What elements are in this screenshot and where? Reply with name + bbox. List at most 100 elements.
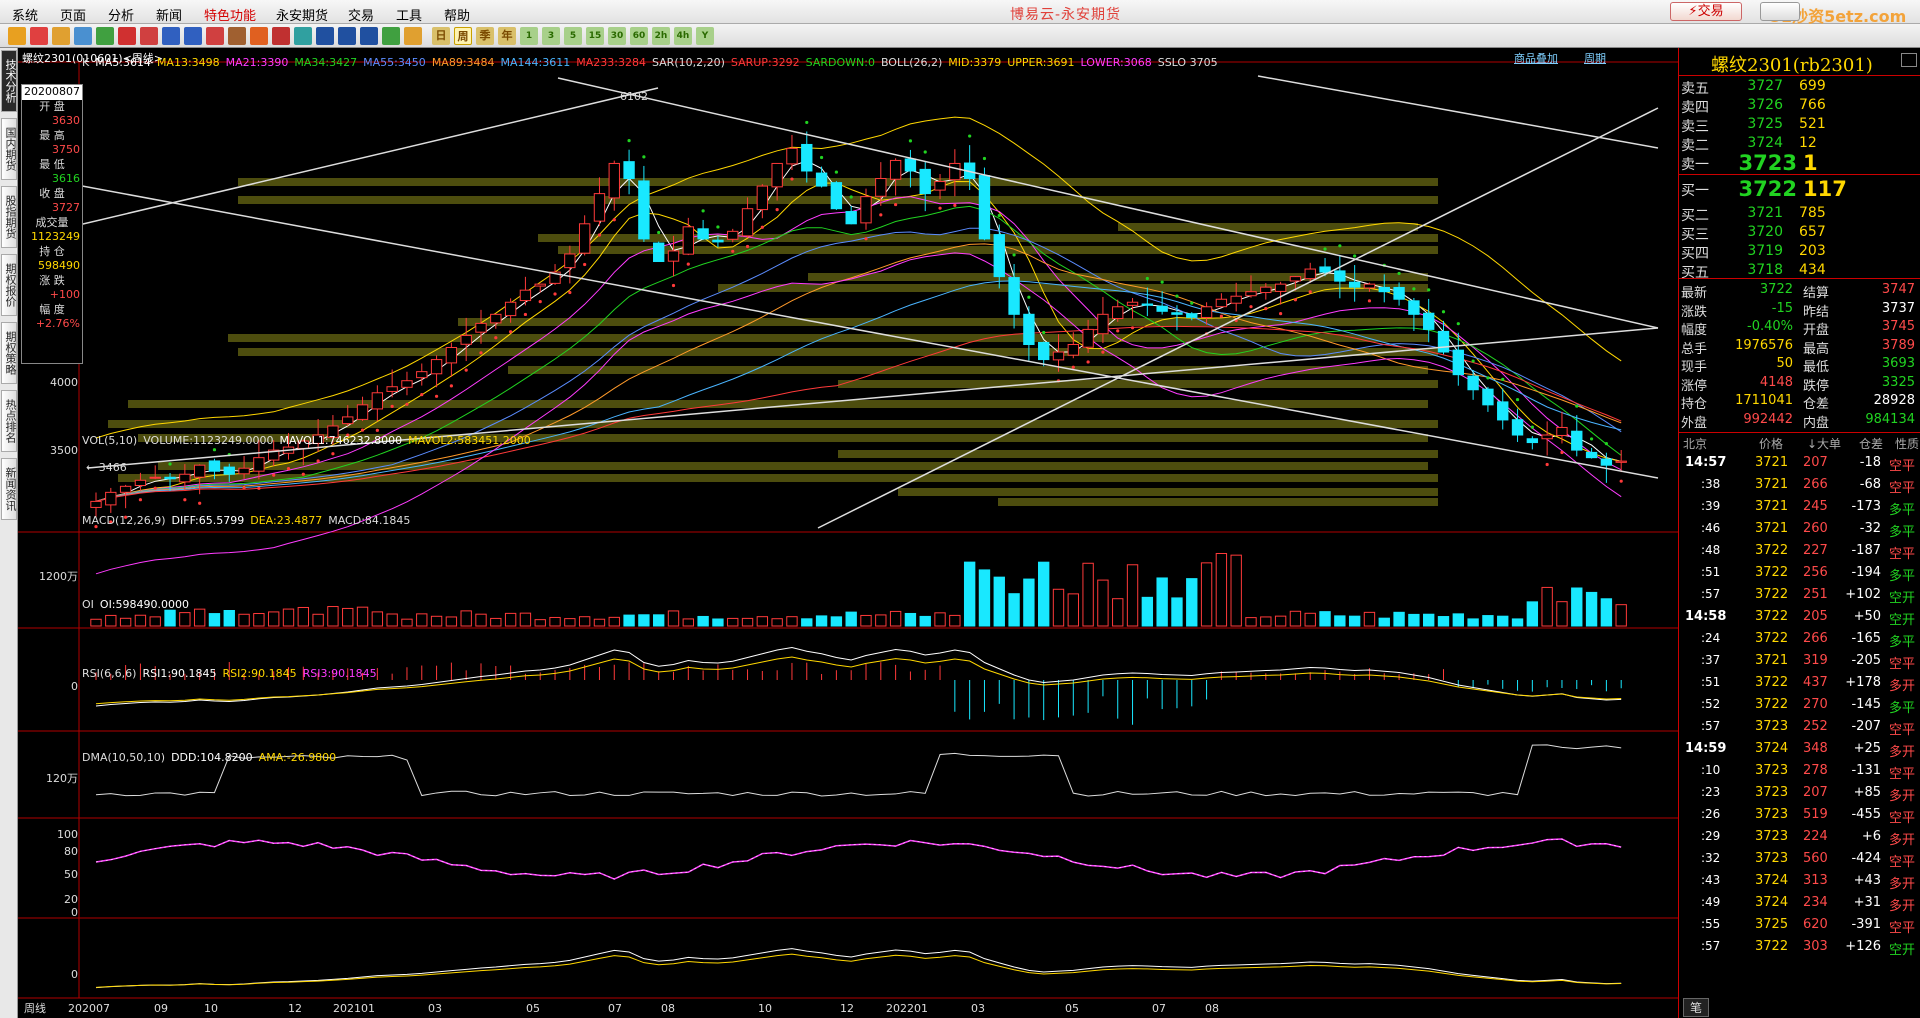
menu-item[interactable]: 交易 — [348, 5, 374, 24]
toolbar-tool-icon[interactable] — [140, 27, 158, 45]
order-book-row[interactable]: 买四 3719 203 — [1679, 243, 1920, 263]
order-book-row[interactable]: 买三 3720 657 — [1679, 224, 1920, 244]
period-button[interactable]: 5 — [564, 27, 582, 45]
toolbar-tool-icon[interactable] — [162, 27, 180, 45]
order-book-row[interactable]: 买五 3718 434 — [1679, 262, 1920, 282]
toolbar-tool-icon[interactable] — [184, 27, 202, 45]
tick-price: 3722 — [1755, 631, 1789, 646]
period-button[interactable]: 2h — [652, 27, 670, 45]
period-button[interactable]: Y — [696, 27, 714, 45]
volume-bar — [919, 615, 931, 627]
toolbar-tool-icon[interactable] — [272, 27, 290, 45]
legend-item: DDD:104.8200 — [171, 751, 253, 764]
order-book-row[interactable]: 卖一 3723 1 — [1679, 151, 1920, 175]
candle-body — [667, 250, 680, 262]
period-button[interactable]: 60 — [630, 27, 648, 45]
extra-button[interactable] — [1760, 2, 1800, 21]
toolbar-tool-icon[interactable] — [404, 27, 422, 45]
tick-time: :38 — [1701, 477, 1721, 491]
toolbar-tool-icon[interactable] — [250, 27, 268, 45]
toolbar-tool-icon[interactable] — [74, 27, 92, 45]
trade-button[interactable]: ⚡交易 — [1670, 2, 1742, 21]
sar-dot — [1308, 290, 1312, 294]
kline-chart-svg[interactable]: 6102 ← 3466 周线 202007 09 10 12 202101 03 05 07 08 10… — [18, 48, 1678, 1018]
period-button[interactable]: 15 — [586, 27, 604, 45]
candle-body — [1348, 281, 1361, 288]
toolbar-tool-icon[interactable] — [206, 27, 224, 45]
x-tick-label: 12 — [840, 1002, 854, 1015]
menu-item[interactable]: 系统 — [12, 5, 38, 24]
legend-item: RSI3:90.1845 — [302, 667, 377, 680]
candle-body — [460, 334, 472, 345]
period-button[interactable]: 30 — [608, 27, 626, 45]
toolbar-tool-icon[interactable] — [8, 27, 26, 45]
period-button[interactable]: 年 — [498, 27, 516, 45]
window-icon[interactable] — [1901, 53, 1917, 67]
order-book-row[interactable]: 卖二 3724 12 — [1679, 135, 1920, 155]
volume-bar — [860, 614, 872, 627]
toolbar-tool-icon[interactable] — [118, 27, 136, 45]
period-button[interactable]: 3 — [542, 27, 560, 45]
candle-body — [164, 476, 176, 480]
toolbar-tool-icon[interactable] — [360, 27, 378, 45]
tick-volume: 313 — [1803, 873, 1828, 888]
tick-nature: 空平 — [1889, 811, 1916, 826]
toolbar-tool-icon[interactable] — [30, 27, 48, 45]
order-book-row[interactable]: 卖四 3726 766 — [1679, 97, 1920, 117]
stat-label: 内盘 — [1803, 415, 1830, 431]
period-button[interactable]: 4h — [674, 27, 692, 45]
volume-bar — [1023, 578, 1035, 627]
menu-item[interactable]: 分析 — [108, 5, 134, 24]
candle-body — [1437, 330, 1450, 353]
stat-value: 3737 — [1881, 300, 1915, 316]
tick-footer-tab[interactable]: 笔 — [1683, 998, 1710, 1017]
period-button[interactable]: 周 — [454, 27, 472, 45]
stat-value: 28928 — [1873, 393, 1915, 408]
menu-item[interactable]: 新闻 — [156, 5, 182, 24]
chart-area[interactable]: 6102 ← 3466 周线 202007 09 10 12 202101 03 05 07 08 10… — [18, 48, 1678, 1018]
toolbar-tool-icon[interactable] — [96, 27, 114, 45]
menu-item[interactable]: 页面 — [60, 5, 86, 24]
menu-item[interactable]: 永安期货 — [276, 5, 328, 24]
toolbar-tool-icon[interactable] — [294, 27, 312, 45]
period-link[interactable]: 周期 — [1584, 50, 1606, 66]
left-tab[interactable]: 技术分析 — [1, 50, 17, 112]
legend-item: MA13:3498 — [156, 56, 220, 69]
toolbar-tool-icon[interactable] — [228, 27, 246, 45]
left-tab[interactable]: 国内期货 — [1, 118, 17, 180]
period-button[interactable]: 季 — [476, 27, 494, 45]
overlay-link[interactable]: 商品叠加 — [1514, 50, 1558, 66]
tick-row: :49 3724 234 +31 多开 — [1679, 892, 1920, 914]
toolbar-tool-icon[interactable] — [338, 27, 356, 45]
order-book-label: 买五 — [1681, 265, 1709, 281]
legend-item: MA21:3390 — [225, 56, 289, 69]
toolbar-tool-icon[interactable] — [52, 27, 70, 45]
order-book-row[interactable]: 买二 3721 785 — [1679, 205, 1920, 225]
menu-item[interactable]: 工具 — [396, 5, 422, 24]
sar-dot — [272, 473, 276, 477]
menu-item[interactable]: 帮助 — [444, 5, 470, 24]
order-book-row[interactable]: 买一 3722 117 — [1679, 177, 1920, 201]
toolbar-tool-icon[interactable] — [316, 27, 334, 45]
tick-oi-change: +85 — [1853, 785, 1881, 800]
left-tab[interactable]: 新闻资讯 — [1, 458, 17, 520]
period-button[interactable]: 日 — [432, 27, 450, 45]
volume-bar — [1289, 610, 1302, 627]
candle-body — [608, 162, 620, 199]
toolbar-tool-icon[interactable] — [382, 27, 400, 45]
left-tab[interactable]: 期权策略 — [1, 322, 17, 384]
left-tab[interactable]: 热点排名 — [1, 390, 17, 452]
tick-nature: 多开 — [1889, 745, 1916, 760]
order-book-row[interactable]: 卖五 3727 699 — [1679, 78, 1920, 98]
menu-item[interactable]: 特色功能 — [204, 5, 256, 24]
order-book-row[interactable]: 卖三 3725 521 — [1679, 116, 1920, 136]
sar-dot — [1560, 450, 1564, 455]
left-tab[interactable]: 股指期货 — [1, 186, 17, 248]
left-tab[interactable]: 期权报价 — [1, 254, 17, 316]
sar-dot — [301, 472, 305, 476]
period-button[interactable]: 1 — [520, 27, 538, 45]
volume-bar — [490, 617, 502, 627]
order-book-volume: 521 — [1799, 116, 1826, 132]
tick-time: :23 — [1701, 785, 1721, 799]
stat-label: 开盘 — [1803, 323, 1830, 338]
